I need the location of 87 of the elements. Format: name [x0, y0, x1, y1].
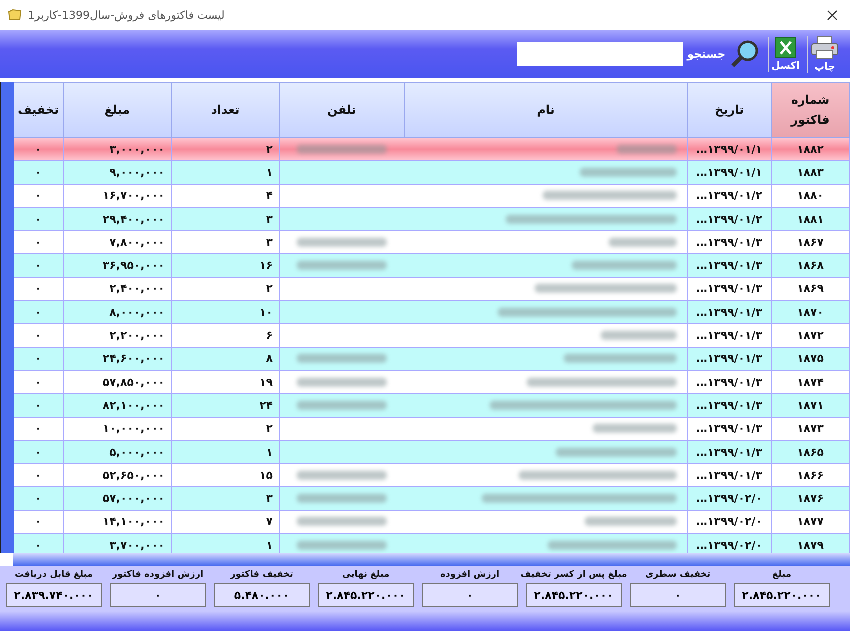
table-cell: ۱۳۹۹/۰۲/۰…	[688, 486, 772, 510]
table-cell: ۱۳۹۹/۰۱/۱…	[688, 160, 772, 184]
table-cell: ۲,۲۰۰,۰۰۰	[64, 324, 172, 348]
table-cell: ۱۸۷۶	[772, 486, 850, 510]
table-row[interactable]: ۱۸۶۸ ۱۳۹۹/۰۱/۳… ۱۶ ۳۶,۹۵۰,۰۰۰ ۰	[14, 254, 850, 278]
table-cell: ۲	[172, 417, 280, 440]
table-cell: ۳۶,۹۵۰,۰۰۰	[64, 254, 172, 278]
table-row[interactable]: ۱۸۷۷ ۱۳۹۹/۰۲/۰… ۷ ۱۴,۱۰۰,۰۰۰ ۰	[14, 510, 850, 534]
table-cell: ۴	[172, 184, 280, 208]
table-cell: ۹,۰۰۰,۰۰۰	[64, 160, 172, 184]
total-value: ۵.۴۸۰.۰۰۰	[214, 583, 310, 607]
table-cell: ۳	[172, 486, 280, 510]
column-header[interactable]: تاریخ	[688, 82, 772, 138]
search-label: جستجو	[687, 48, 726, 60]
table-cell: ۸	[172, 347, 280, 370]
table-row[interactable]: ۱۸۶۷ ۱۳۹۹/۰۱/۳… ۳ ۷,۸۰۰,۰۰۰ ۰	[14, 230, 850, 254]
table-cell: ۶	[172, 324, 280, 348]
toolbar-button[interactable]: چاپ	[807, 36, 842, 72]
table-cell: ۱۶	[172, 254, 280, 278]
total-value: ۲.۸۴۵.۲۲۰.۰۰۰	[526, 583, 622, 607]
table-cell: ۱۶,۷۰۰,۰۰۰	[64, 184, 172, 208]
table-cell: ۸۲,۱۰۰,۰۰۰	[64, 394, 172, 418]
table-row[interactable]: ۱۸۷۵ ۱۳۹۹/۰۱/۳… ۸ ۲۴,۶۰۰,۰۰۰ ۰	[14, 347, 850, 370]
table-row[interactable]: ۱۸۷۳ ۱۳۹۹/۰۱/۳… ۲ ۱۰,۰۰۰,۰۰۰ ۰	[14, 417, 850, 440]
table-row[interactable]: ۱۸۷۹ ۱۳۹۹/۰۲/۰… ۱ ۳,۷۰۰,۰۰۰ ۰	[14, 534, 850, 553]
table-cell: ۱۳۹۹/۰۱/۳…	[688, 417, 772, 440]
blurred-text	[609, 238, 677, 247]
table-cell: ۱۸۷۳	[772, 417, 850, 440]
blurred-text	[617, 144, 677, 154]
table-row[interactable]: ۱۸۶۵ ۱۳۹۹/۰۱/۳… ۱ ۵,۰۰۰,۰۰۰ ۰	[14, 440, 850, 464]
table-cell: ۱۳۹۹/۰۱/۳…	[688, 347, 772, 370]
table-cell: ۱۸۷۲	[772, 324, 850, 348]
column-header[interactable]: تلفن	[280, 82, 404, 138]
table-row[interactable]: ۱۸۷۴ ۱۳۹۹/۰۱/۳… ۱۹ ۵۷,۸۵۰,۰۰۰ ۰	[14, 370, 850, 394]
table-cell: ۱۸۷۵	[772, 347, 850, 370]
total-label: تخفیف سطری	[645, 570, 711, 580]
search-icon[interactable]	[730, 39, 760, 69]
table-row[interactable]: ۱۸۷۱ ۱۳۹۹/۰۱/۳… ۲۴ ۸۲,۱۰۰,۰۰۰ ۰	[14, 394, 850, 418]
table-cell: ۱۸۸۳	[772, 160, 850, 184]
total-label: ارزش افزوده فاکتور	[112, 570, 204, 580]
table-cell: ۱۸۷۱	[772, 394, 850, 418]
printer-icon	[811, 36, 839, 60]
total-value: ۲.۸۴۵.۲۲۰.۰۰۰	[318, 583, 414, 607]
column-header[interactable]: تعداد	[172, 82, 280, 138]
vertical-scrollbar[interactable]	[0, 82, 14, 553]
table-row[interactable]: ۱۸۷۰ ۱۳۹۹/۰۱/۳… ۱۰ ۸,۰۰۰,۰۰۰ ۰	[14, 300, 850, 324]
table-cell: ۱۳۹۹/۰۱/۲…	[688, 184, 772, 208]
column-header[interactable]: نام	[404, 82, 688, 138]
table-cell: ۱۸۶۸	[772, 254, 850, 278]
total-value: ۰	[110, 583, 206, 607]
table-cell: ۱۸۸۰	[772, 184, 850, 208]
table-row[interactable]: ۱۸۸۰ ۱۳۹۹/۰۱/۲… ۴ ۱۶,۷۰۰,۰۰۰ ۰	[14, 184, 850, 208]
column-header[interactable]: مبلغ	[64, 82, 172, 138]
table-row[interactable]: ۱۸۷۲ ۱۳۹۹/۰۱/۳… ۶ ۲,۲۰۰,۰۰۰ ۰	[14, 324, 850, 348]
total-label: مبلغ پس از کسر تخفیف	[520, 570, 628, 580]
table-row[interactable]: ۱۸۸۱ ۱۳۹۹/۰۱/۲… ۳ ۲۹,۴۰۰,۰۰۰ ۰	[14, 207, 850, 231]
total-value: ۲.۸۴۵.۲۲۰.۰۰۰	[734, 583, 830, 607]
table-cell: ۱۰,۰۰۰,۰۰۰	[64, 417, 172, 440]
column-header[interactable]: شماره فاکتور	[772, 82, 850, 138]
table-cell: ۲۴	[172, 394, 280, 418]
table-row[interactable]: ۱۸۸۳ ۱۳۹۹/۰۱/۱… ۱ ۹,۰۰۰,۰۰۰ ۰	[14, 160, 850, 184]
table-cell: ۲۴,۶۰۰,۰۰۰	[64, 347, 172, 370]
total-label: ارزش افزوده	[440, 570, 500, 580]
window-title: لیست فاکتورهای فروش-سال1399-کاربر1	[28, 8, 226, 22]
table-row[interactable]: ۱۸۶۹ ۱۳۹۹/۰۱/۳… ۲ ۲,۴۰۰,۰۰۰ ۰	[14, 277, 850, 301]
table-cell: ۱	[172, 160, 280, 184]
total-value: ۰	[422, 583, 518, 607]
table-row[interactable]: ۱۸۸۲ ۱۳۹۹/۰۱/۱… ۲ ۳,۰۰۰,۰۰۰ ۰	[14, 138, 850, 161]
total-value: ۲.۸۳۹.۷۴۰.۰۰۰	[6, 583, 102, 607]
table-cell: ۱۳۹۹/۰۱/۳…	[688, 324, 772, 348]
table-row[interactable]: ۱۸۷۶ ۱۳۹۹/۰۲/۰… ۳ ۵۷,۰۰۰,۰۰۰ ۰	[14, 486, 850, 510]
total-value: ۰	[630, 583, 726, 607]
total-label: مبلغ قابل دریافت	[15, 570, 93, 580]
close-icon[interactable]	[827, 10, 838, 20]
spreadsheet-icon	[774, 36, 797, 58]
column-header[interactable]: تخفیف	[14, 82, 64, 138]
total-label: مبلغ نهایی	[342, 570, 390, 580]
search-field[interactable]	[517, 42, 684, 66]
table-cell: ۱۳۹۹/۰۱/۳…	[688, 254, 772, 278]
table-row[interactable]: ۱۸۶۶ ۱۳۹۹/۰۱/۳… ۱۵ ۵۲,۶۵۰,۰۰۰ ۰	[14, 464, 850, 487]
toolbar-button[interactable]: اکسل	[768, 36, 803, 72]
total-label: تخفیف فاکتور	[230, 570, 294, 580]
app-icon	[8, 9, 22, 21]
horizontal-scrollbar[interactable]	[13, 553, 850, 566]
total-label: مبلغ	[772, 570, 792, 580]
table-cell: ۱۳۹۹/۰۱/۳…	[688, 394, 772, 418]
table-cell: ۵۷,۰۰۰,۰۰۰	[64, 486, 172, 510]
